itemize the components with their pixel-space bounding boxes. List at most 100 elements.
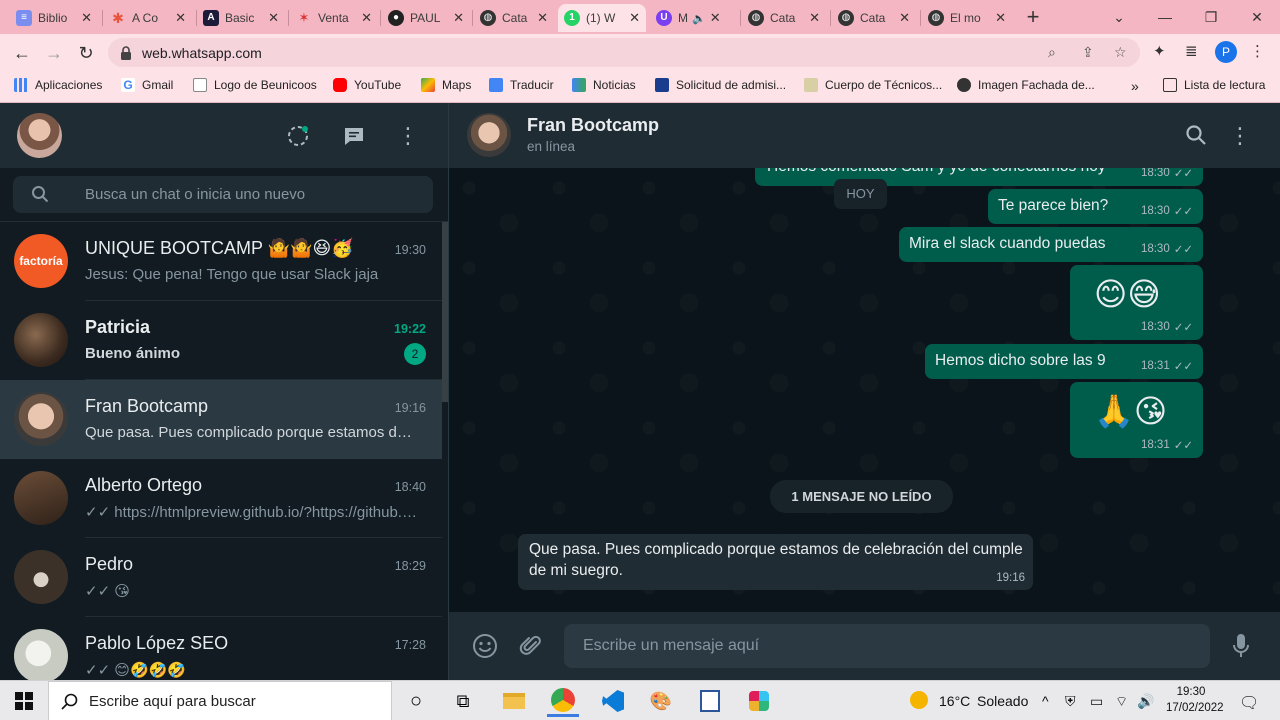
bookmark-admision[interactable]: Solicitud de admisi... xyxy=(655,78,786,92)
chat-name: UNIQUE BOOTCAMP 🤷🤷😆🥳 xyxy=(85,238,354,258)
browser-tab[interactable]: U M 🔈 ✕ xyxy=(650,4,738,32)
more-bookmarks-icon[interactable]: » xyxy=(1131,78,1139,94)
message-text-line: Que pasa. Pues complicado porque estamos… xyxy=(529,541,1023,558)
media-control-icon[interactable]: ≣ xyxy=(1185,42,1198,60)
taskbar-search-box[interactable]: Escribe aquí para buscar xyxy=(48,681,392,720)
contact-avatar[interactable] xyxy=(467,113,511,157)
close-window-icon[interactable]: ✕ xyxy=(1234,0,1280,34)
close-tab-icon[interactable]: ✕ xyxy=(995,10,1006,26)
chrome-icon[interactable] xyxy=(547,685,579,717)
chat-list-item[interactable]: Patricia 19:22 Bueno ánimo 2 xyxy=(0,301,442,380)
microphone-icon[interactable] xyxy=(1228,632,1254,660)
status-icon[interactable] xyxy=(285,123,311,149)
browser-tab[interactable]: ● PAUL ✕ xyxy=(382,4,470,32)
chat-list-item[interactable]: Pedro 18:29 ✓✓ 😘 xyxy=(0,538,442,617)
chat-list-item[interactable]: Pablo López SEO 17:28 ✓✓ 😊🤣🤣🤣 xyxy=(0,617,442,680)
close-tab-icon[interactable]: ✕ xyxy=(361,10,372,26)
windows-start-icon[interactable] xyxy=(8,685,40,717)
chat-list-item-selected[interactable]: Fran Bootcamp 19:16 Que pasa. Pues compl… xyxy=(0,380,442,459)
my-profile-avatar[interactable] xyxy=(17,113,62,158)
close-tab-icon[interactable]: ✕ xyxy=(809,10,820,26)
slack-icon[interactable] xyxy=(743,685,775,717)
chat-list-scrollbar[interactable] xyxy=(442,222,448,402)
weather-temperature[interactable]: 16°C xyxy=(939,693,970,709)
chat-list-item[interactable]: factoría UNIQUE BOOTCAMP 🤷🤷😆🥳 19:30 Jesu… xyxy=(0,222,442,301)
paint-icon[interactable]: 🎨 xyxy=(645,685,677,717)
conversation-menu-icon[interactable]: ⋮ xyxy=(1229,123,1251,149)
extensions-puzzle-icon[interactable]: ✦ xyxy=(1153,42,1166,60)
search-messages-icon[interactable] xyxy=(1184,123,1208,147)
outgoing-message[interactable]: Hemos comentado Sam y yo de conectarnos … xyxy=(755,168,1203,186)
word-icon[interactable] xyxy=(694,685,726,717)
bookmark-gmail[interactable]: G Gmail xyxy=(121,78,173,92)
weather-condition[interactable]: Soleado xyxy=(977,693,1028,709)
bookmark-tecnicos[interactable]: Cuerpo de Técnicos... xyxy=(804,78,942,92)
outgoing-message[interactable]: Hemos dicho sobre las 9 18:31 ✓✓ xyxy=(925,344,1203,379)
browser-tab[interactable]: ◍ El mo ✕ xyxy=(922,4,1012,32)
tray-chevron-icon[interactable]: ^ xyxy=(1042,693,1049,709)
vscode-icon[interactable] xyxy=(597,685,629,717)
outgoing-emoji-message[interactable]: 😊😅 18:30 ✓✓ xyxy=(1070,265,1203,340)
outgoing-message[interactable]: Te parece bien? 18:30 ✓✓ xyxy=(988,189,1203,224)
bookmark-apps[interactable]: Aplicaciones xyxy=(14,78,102,92)
close-tab-icon[interactable]: ✕ xyxy=(175,10,186,26)
close-tab-icon[interactable]: ✕ xyxy=(629,10,640,26)
incoming-message[interactable]: Que pasa. Pues complicado porque estamos… xyxy=(518,534,1033,590)
browser-tab[interactable]: ◍ Cata ✕ xyxy=(832,4,916,32)
message-input[interactable]: Escribe un mensaje aquí xyxy=(564,624,1210,668)
chrome-menu-icon[interactable]: ⋮ xyxy=(1250,42,1265,60)
profile-avatar[interactable]: P xyxy=(1215,41,1237,63)
bookmark-maps[interactable]: Maps xyxy=(421,78,471,92)
close-tab-icon[interactable]: ✕ xyxy=(537,10,548,26)
volume-icon[interactable]: 🔊 xyxy=(1137,693,1154,710)
browser-tab[interactable]: ◍ Cata ✕ xyxy=(742,4,826,32)
restore-window-icon[interactable]: ❐ xyxy=(1188,0,1234,34)
menu-dots-icon[interactable]: ⋮ xyxy=(396,123,420,149)
reading-list[interactable]: Lista de lectura xyxy=(1163,78,1265,92)
weather-sun-icon[interactable] xyxy=(910,691,928,712)
chat-list-item[interactable]: Alberto Ortego 18:40 ✓✓ https://htmlprev… xyxy=(0,459,442,538)
address-bar[interactable]: web.whatsapp.com ⌕ ⇪ ☆ xyxy=(108,38,1140,67)
battery-icon[interactable]: ▭ xyxy=(1090,693,1103,710)
emoji-icon[interactable] xyxy=(471,632,499,660)
tab-search-icon[interactable]: ⌄ xyxy=(1096,0,1142,34)
task-view-icon[interactable]: ⧉ xyxy=(447,685,479,717)
zoom-icon[interactable]: ⌕ xyxy=(1048,44,1056,61)
back-arrow-icon[interactable]: ← xyxy=(8,39,36,67)
outgoing-message[interactable]: Mira el slack cuando puedas 18:30 ✓✓ xyxy=(899,227,1203,262)
browser-tab-active[interactable]: 1 (1) W ✕ xyxy=(558,4,646,32)
wifi-icon[interactable]: ⌔ xyxy=(1115,693,1128,711)
cortana-icon[interactable]: ○ xyxy=(400,685,432,717)
minimize-window-icon[interactable]: — xyxy=(1142,0,1188,34)
browser-tab[interactable]: ≡ Biblio ✕ xyxy=(10,4,98,32)
bookmark-fachada[interactable]: Imagen Fachada de... xyxy=(957,78,1095,92)
outgoing-emoji-message[interactable]: 🙏😘 18:31 ✓✓ xyxy=(1070,382,1203,458)
reload-icon[interactable]: ↻ xyxy=(72,39,100,67)
bookmark-beunicoos[interactable]: Logo de Beunicoos xyxy=(193,78,317,92)
forward-arrow-icon[interactable]: → xyxy=(40,39,68,67)
browser-tab[interactable]: A Basic ✕ xyxy=(197,4,285,32)
new-tab-button[interactable]: + xyxy=(1010,0,1056,34)
bookmark-star-icon[interactable]: ☆ xyxy=(1114,44,1127,61)
close-tab-icon[interactable]: ✕ xyxy=(710,10,721,26)
chat-search-input[interactable]: Busca un chat o inicia uno nuevo xyxy=(13,176,433,213)
bookmark-news[interactable]: Noticias xyxy=(572,78,636,92)
attach-clip-icon[interactable] xyxy=(517,632,545,660)
share-icon[interactable]: ⇪ xyxy=(1082,44,1094,61)
bookmark-youtube[interactable]: YouTube xyxy=(333,78,401,92)
browser-tab[interactable]: ◍ Cata ✕ xyxy=(474,4,554,32)
notifications-icon[interactable]: 🗨 xyxy=(1239,693,1259,713)
antivirus-icon[interactable]: ⛨ xyxy=(1065,693,1076,710)
file-explorer-icon[interactable] xyxy=(498,685,530,717)
close-tab-icon[interactable]: ✕ xyxy=(453,10,464,26)
close-tab-icon[interactable]: ✕ xyxy=(81,10,92,26)
browser-tab[interactable]: ✶ Venta ✕ xyxy=(290,4,378,32)
close-tab-icon[interactable]: ✕ xyxy=(899,10,910,26)
new-chat-icon[interactable] xyxy=(341,123,367,149)
browser-tab[interactable]: ✱ A Co ✕ xyxy=(104,4,192,32)
conversation-header[interactable]: Fran Bootcamp en línea ⋮ xyxy=(449,103,1280,168)
audio-playing-icon[interactable]: 🔈 xyxy=(692,12,706,25)
system-clock[interactable]: 19:30 17/02/2022 xyxy=(1166,684,1224,716)
bookmark-translate[interactable]: Traducir xyxy=(489,78,554,92)
close-tab-icon[interactable]: ✕ xyxy=(268,10,279,26)
